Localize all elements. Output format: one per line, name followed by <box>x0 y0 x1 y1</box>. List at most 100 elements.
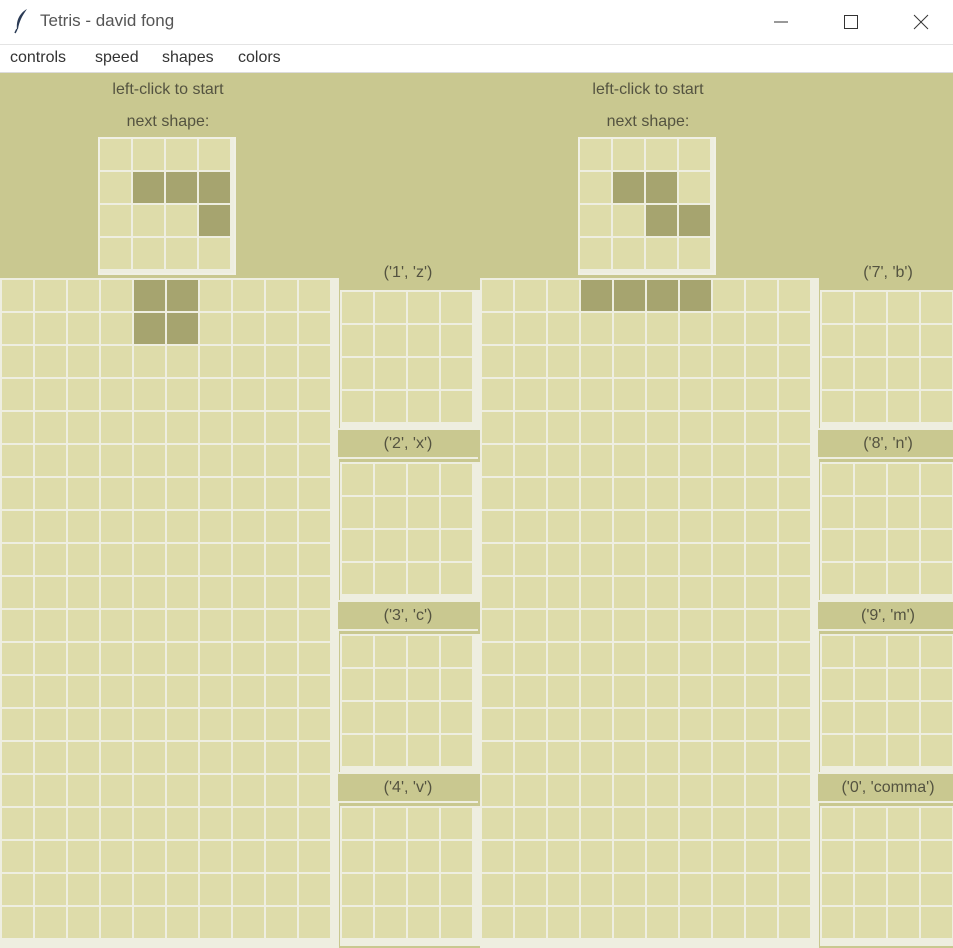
board-cell <box>200 643 231 674</box>
board-cell <box>101 577 132 608</box>
slot-cell <box>888 358 919 389</box>
board-cell <box>680 775 711 806</box>
slot-cell <box>822 808 853 839</box>
board-cell <box>713 643 744 674</box>
board-cell <box>35 808 66 839</box>
shape-slot-player-1-3[interactable] <box>340 634 480 774</box>
shape-slot-player-2-3[interactable] <box>820 634 953 774</box>
board-cell <box>581 808 612 839</box>
board-cell <box>35 874 66 905</box>
board-cell <box>614 841 645 872</box>
board-cell <box>299 577 330 608</box>
board-cell <box>35 478 66 509</box>
board-cell <box>200 907 231 938</box>
board-cell <box>134 412 165 443</box>
slot-cell <box>408 292 439 323</box>
board-cell <box>35 280 66 311</box>
board-cell <box>647 808 678 839</box>
slot-cell <box>342 874 373 905</box>
board-cell <box>200 709 231 740</box>
board-cell <box>101 346 132 377</box>
board-cell <box>68 841 99 872</box>
board-cell <box>548 544 579 575</box>
board-cell <box>647 709 678 740</box>
board-cell <box>2 808 33 839</box>
slot-cell <box>822 358 853 389</box>
minimize-button[interactable] <box>758 0 804 44</box>
board-cell <box>779 313 810 344</box>
slot-cell <box>855 669 886 700</box>
board-cell <box>266 676 297 707</box>
menu-controls[interactable]: controls <box>8 49 68 67</box>
board-cell <box>746 643 777 674</box>
slot-cell <box>888 669 919 700</box>
game-board-player-1[interactable] <box>0 278 339 948</box>
board-cell <box>68 643 99 674</box>
slot-cell <box>822 563 853 594</box>
board-cell <box>299 313 330 344</box>
menu-speed[interactable]: speed <box>93 49 141 67</box>
game-board-player-2[interactable] <box>480 278 819 948</box>
board-cell <box>299 841 330 872</box>
shape-slot-player-2-1[interactable] <box>820 290 953 430</box>
board-cell <box>515 643 546 674</box>
board-cell <box>35 775 66 806</box>
board-cell <box>746 709 777 740</box>
board-cell <box>233 775 264 806</box>
board-cell <box>35 676 66 707</box>
board-cell <box>779 775 810 806</box>
shape-slot-player-2-4[interactable] <box>820 806 953 946</box>
board-cell <box>515 379 546 410</box>
title-bar[interactable]: Tetris - david fong <box>0 0 953 45</box>
board-cell <box>548 346 579 377</box>
board-cell <box>299 511 330 542</box>
slot-cell <box>822 464 853 495</box>
board-cell <box>68 478 99 509</box>
board-cell <box>515 511 546 542</box>
slot-cell <box>342 530 373 561</box>
slot-cell <box>822 841 853 872</box>
board-cell <box>581 379 612 410</box>
board-cell <box>779 412 810 443</box>
maximize-icon <box>844 15 858 29</box>
shape-slot-player-1-4[interactable] <box>340 806 480 946</box>
slot-cell <box>921 358 952 389</box>
close-button[interactable] <box>898 0 944 44</box>
shape-slot-player-1-2[interactable] <box>340 462 480 602</box>
board-cell <box>299 280 330 311</box>
game-area[interactable]: left-click to start next shape: ('1', 'z… <box>0 73 953 948</box>
board-cell <box>746 841 777 872</box>
board-cell <box>266 742 297 773</box>
menu-colors[interactable]: colors <box>236 49 283 67</box>
shape-slot-player-2-2[interactable] <box>820 462 953 602</box>
slot-cell <box>921 292 952 323</box>
board-cell <box>266 544 297 575</box>
board-cell <box>167 610 198 641</box>
shape-slot-player-1-1[interactable] <box>340 290 480 430</box>
board-cell <box>548 742 579 773</box>
maximize-button[interactable] <box>828 0 874 44</box>
board-cell <box>35 643 66 674</box>
board-cell <box>482 643 513 674</box>
slot-cell <box>375 735 406 766</box>
board-cell <box>233 874 264 905</box>
board-cell <box>101 808 132 839</box>
key-label-player-2-3: ('9', 'm') <box>818 600 953 631</box>
board-cell <box>299 544 330 575</box>
board-cell <box>101 676 132 707</box>
board-cell <box>779 610 810 641</box>
board-cell <box>35 742 66 773</box>
next-shape-cell <box>580 172 611 203</box>
board-cell <box>482 544 513 575</box>
next-shape-cell <box>679 238 710 269</box>
board-cell <box>515 841 546 872</box>
board-cell <box>2 643 33 674</box>
next-shape-cell <box>133 238 164 269</box>
menu-shapes[interactable]: shapes <box>160 49 216 67</box>
next-shape-cell <box>646 139 677 170</box>
slot-cell <box>888 735 919 766</box>
slot-cell <box>375 325 406 356</box>
board-cell <box>548 643 579 674</box>
board-cell <box>167 346 198 377</box>
board-cell <box>68 775 99 806</box>
